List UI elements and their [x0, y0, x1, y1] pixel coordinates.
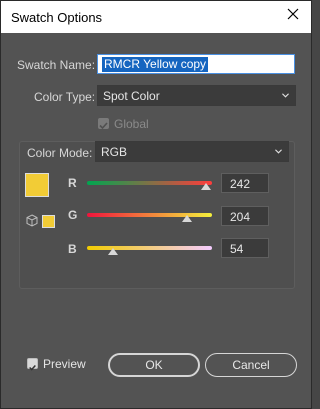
- color-type-label: Color Type:: [34, 90, 96, 104]
- check-icon: [99, 122, 108, 130]
- g-value: 204: [230, 210, 251, 224]
- check-icon: [29, 364, 36, 371]
- out-of-web-gamut-cube-icon[interactable]: [26, 214, 38, 227]
- color-mode-label: Color Mode:: [27, 146, 93, 160]
- swatch-name-label: Swatch Name:: [17, 58, 96, 72]
- preview-checkbox[interactable]: [27, 358, 38, 371]
- channel-label-g: G: [68, 208, 78, 222]
- g-slider-thumb[interactable]: [182, 215, 192, 222]
- b-value: 54: [230, 242, 244, 256]
- color-type-select[interactable]: Spot Color: [97, 85, 296, 106]
- web-safe-color-swatch[interactable]: [42, 215, 55, 228]
- color-type-value: Spot Color: [103, 89, 160, 103]
- g-slider-track[interactable]: [87, 213, 212, 217]
- color-mode-select[interactable]: RGB: [95, 141, 289, 162]
- r-value-field[interactable]: 242: [221, 173, 269, 193]
- g-value-field[interactable]: 204: [221, 206, 269, 226]
- r-slider-thumb[interactable]: [200, 183, 211, 190]
- swatch-name-value: RMCR Yellow copy: [102, 57, 209, 72]
- r-slider-track[interactable]: [87, 181, 212, 185]
- b-value-field[interactable]: 54: [221, 238, 269, 258]
- color-mode-value: RGB: [101, 145, 128, 159]
- ok-button[interactable]: OK: [108, 353, 200, 377]
- close-icon[interactable]: [287, 7, 299, 24]
- preview-label: Preview: [43, 357, 86, 371]
- b-slider-track[interactable]: [87, 246, 212, 250]
- b-slider-thumb[interactable]: [108, 248, 119, 255]
- dialog-title: Swatch Options: [11, 10, 103, 25]
- global-checkbox[interactable]: [98, 118, 109, 130]
- channel-label-b: B: [68, 242, 77, 256]
- color-preview-swatch: [25, 173, 49, 197]
- r-value: 242: [230, 177, 251, 191]
- swatch-options-dialog: Swatch Options Swatch Name: RMCR Yellow …: [0, 0, 312, 409]
- title-bar: Swatch Options: [1, 1, 311, 33]
- chevron-down-icon: [282, 93, 289, 98]
- global-label: Global: [114, 117, 149, 131]
- channel-label-r: R: [68, 176, 77, 190]
- swatch-name-input[interactable]: RMCR Yellow copy: [97, 54, 295, 74]
- chevron-down-icon: [275, 149, 282, 154]
- cancel-button[interactable]: Cancel: [205, 353, 297, 377]
